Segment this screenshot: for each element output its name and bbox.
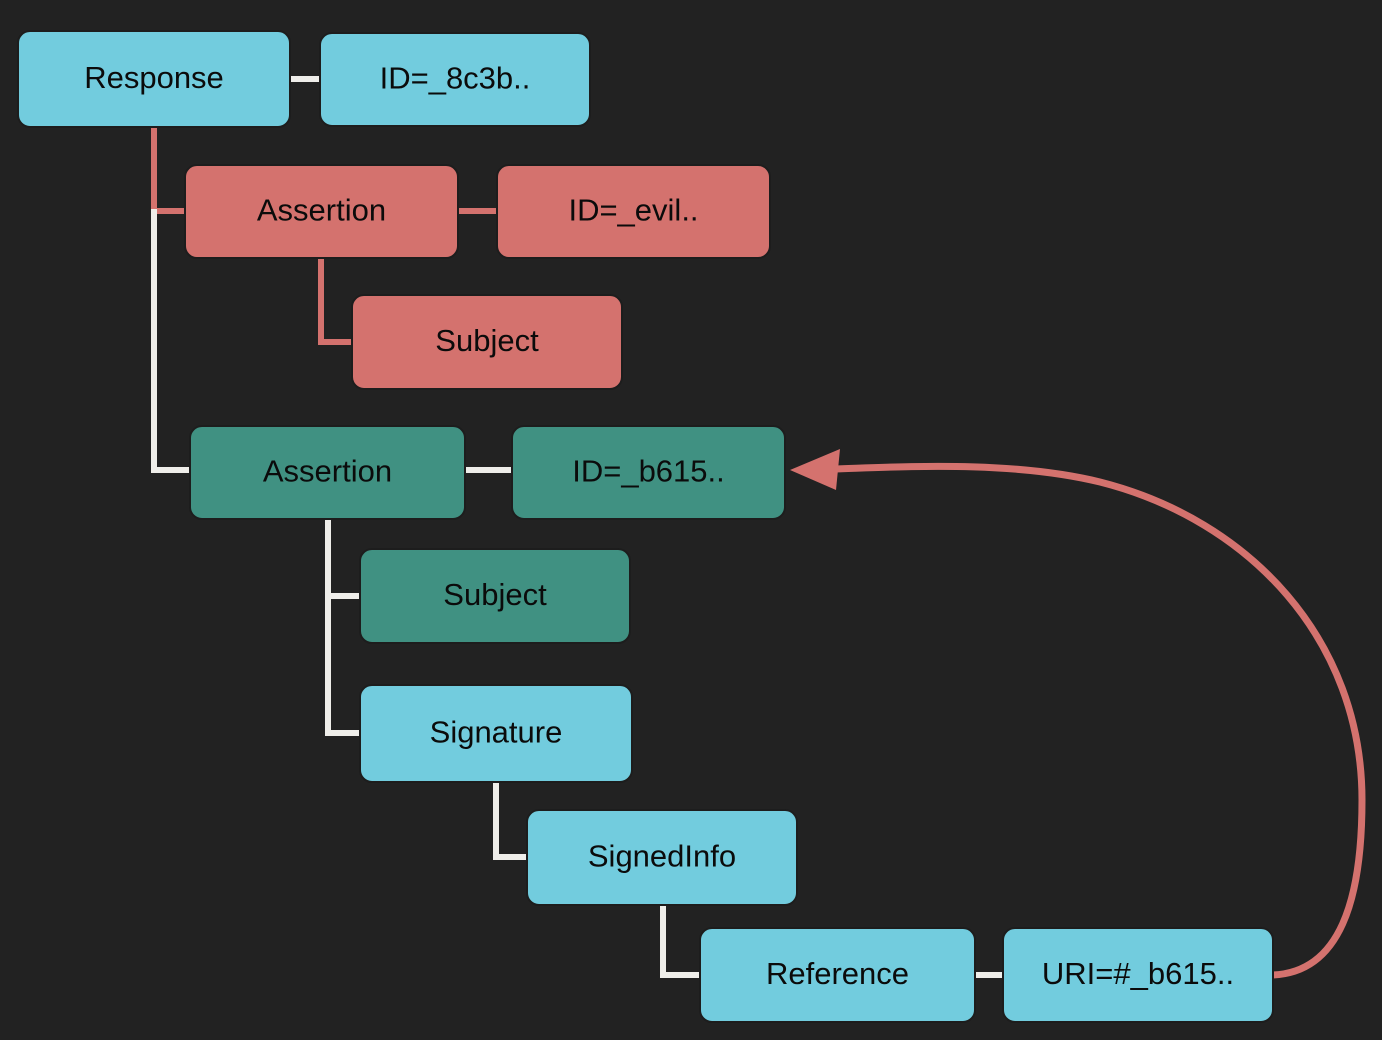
node-label-signature: Signature bbox=[430, 715, 563, 750]
node-resp_id[interactable]: ID=_8c3b.. bbox=[319, 32, 591, 127]
node-label-response: Response bbox=[84, 60, 224, 95]
edge-signature-to-signedinfo bbox=[493, 782, 527, 860]
node-label-subject_evil: Subject bbox=[435, 323, 539, 358]
node-label-reference: Reference bbox=[766, 956, 909, 991]
node-label-uri: URI=#_b615.. bbox=[1042, 956, 1234, 991]
node-label-assertion_good: Assertion bbox=[263, 454, 392, 489]
edge-signedinfo-to-reference bbox=[660, 905, 700, 978]
node-subject_evil[interactable]: Subject bbox=[351, 294, 623, 390]
node-label-assertion_good_id: ID=_b615.. bbox=[572, 454, 725, 489]
nodes-layer: Response ID=_8c3b.. Assertion ID=_evil.. Sub… bbox=[17, 30, 1274, 1023]
edge-assertion_evil-to-subject_evil bbox=[318, 258, 352, 345]
edge-response-to-assertion_evil bbox=[151, 127, 185, 214]
node-label-assertion_evil: Assertion bbox=[257, 193, 386, 228]
node-label-signedinfo: SignedInfo bbox=[588, 839, 736, 874]
node-label-resp_id: ID=_8c3b.. bbox=[380, 61, 531, 96]
reference-arrow-path bbox=[828, 462, 1366, 979]
node-assertion_good_id[interactable]: ID=_b615.. bbox=[511, 425, 786, 520]
node-signedinfo[interactable]: SignedInfo bbox=[526, 809, 798, 906]
edge-assertion_good-to-subject_good bbox=[325, 519, 360, 599]
node-signature[interactable]: Signature bbox=[359, 684, 633, 783]
node-reference[interactable]: Reference bbox=[699, 927, 976, 1023]
node-uri[interactable]: URI=#_b615.. bbox=[1002, 927, 1274, 1023]
node-response[interactable]: Response bbox=[17, 30, 291, 128]
reference-arrow-head-icon bbox=[790, 449, 840, 490]
node-assertion_evil[interactable]: Assertion bbox=[184, 164, 459, 259]
node-assertion_good[interactable]: Assertion bbox=[189, 425, 466, 520]
edge-assertion_good-to-signature bbox=[325, 519, 360, 736]
node-label-assertion_evil_id: ID=_evil.. bbox=[568, 193, 698, 228]
node-label-subject_good: Subject bbox=[443, 577, 547, 612]
reference-arrow-layer bbox=[790, 449, 1366, 979]
node-subject_good[interactable]: Subject bbox=[359, 548, 631, 644]
diagram-canvas: Response ID=_8c3b.. Assertion ID=_evil.. Sub… bbox=[0, 0, 1382, 1040]
node-assertion_evil_id[interactable]: ID=_evil.. bbox=[496, 164, 771, 259]
tree-diagram: Response ID=_8c3b.. Assertion ID=_evil.. Sub… bbox=[17, 30, 1366, 1023]
